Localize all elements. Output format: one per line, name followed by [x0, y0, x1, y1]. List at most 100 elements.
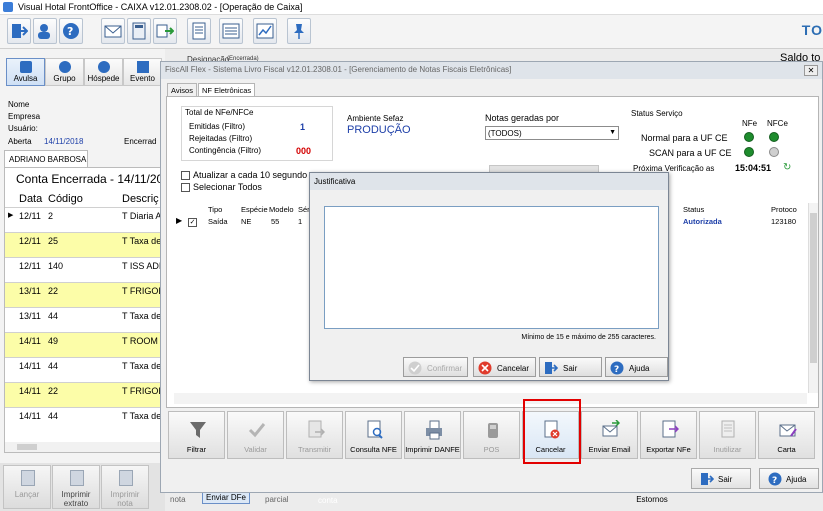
status-box: Status Serviço NFe NFCe Normal para a UF…	[626, 106, 806, 176]
cell-data: 12/11	[19, 211, 41, 221]
col-status: Status	[683, 205, 705, 214]
inutilizar-button[interactable]: Inutilizar	[699, 411, 756, 459]
table-row[interactable]: 14/11 44 T Taxa de	[5, 407, 160, 432]
row-especie: NE	[241, 217, 252, 226]
aberta-label: Aberta	[8, 137, 32, 146]
cell-descricao: T FRIGOB	[122, 286, 161, 296]
justificativa-textarea[interactable]	[324, 206, 659, 329]
lancar-button[interactable]: Lançar	[3, 465, 51, 509]
table-row[interactable]: 12/11 25 T Taxa de	[5, 232, 160, 257]
toolbar-brand-text: TO	[801, 22, 823, 38]
tab-nf-eletronicas[interactable]: NF Eletrônicas	[198, 83, 256, 96]
app-title-bar: Visual Hotal FrontOffice - CAIXA v12.01.…	[0, 0, 823, 15]
imprimir-danfe-button[interactable]: Imprimir DANFE	[404, 411, 461, 459]
row-status: Autorizada	[683, 217, 722, 226]
status-green-icon	[769, 132, 779, 142]
row-checkbox[interactable]: ✓	[188, 218, 197, 227]
help-icon: ?	[610, 361, 624, 375]
nome-label: Nome	[8, 100, 30, 109]
notas-select[interactable]: (TODOS) ▼	[485, 126, 619, 140]
group-icon	[58, 61, 71, 73]
document-search-icon	[367, 420, 383, 439]
carta-button[interactable]: Carta	[758, 411, 815, 459]
justificativa-cancelar-button[interactable]: Cancelar	[473, 357, 536, 377]
calculator-icon[interactable]	[127, 18, 151, 44]
col-especie: Espécie	[241, 205, 268, 214]
imprimir-extrato-button[interactable]: Imprimir extrato	[52, 465, 100, 509]
justificativa-dialog: Justificativa Mínimo de 15 e máximo de 2…	[309, 172, 669, 381]
selecionar-checkbox[interactable]	[181, 183, 190, 192]
guest-tab[interactable]: ADRIANO BARBOSA	[4, 150, 88, 168]
evento-button[interactable]: Evento	[123, 58, 162, 86]
justificativa-sair-button[interactable]: Sair	[539, 357, 602, 377]
table-row[interactable]: 14/11 49 T ROOM	[5, 332, 160, 357]
cell-codigo: 49	[48, 336, 59, 346]
table-row[interactable]: 13/11 22 T FRIGOB	[5, 282, 161, 307]
table-row[interactable]: 14/11 22 T FRIGOB	[5, 382, 160, 407]
table-row[interactable]: 12/11 140 T ISS ADI	[5, 257, 161, 282]
enviar-email-button[interactable]: Enviar Email	[581, 411, 638, 459]
table-row[interactable]: 13/11 44 T Taxa de	[5, 307, 161, 332]
check-icon	[248, 423, 266, 438]
close-button[interactable]: ✕	[804, 65, 818, 76]
atualizar-checkbox[interactable]	[181, 171, 190, 180]
nf-horizontal-scrollbar[interactable]	[174, 393, 807, 404]
estornos-label: Estornos	[636, 495, 668, 504]
mail-icon[interactable]	[101, 18, 125, 44]
exit-icon[interactable]	[7, 18, 31, 44]
document-void-icon	[721, 420, 735, 438]
avulsa-icon	[19, 61, 32, 73]
hospede-button[interactable]: Hóspede	[84, 58, 123, 86]
transfer-icon[interactable]	[153, 18, 177, 44]
email-icon	[602, 420, 620, 437]
pin-icon[interactable]	[287, 18, 311, 44]
justificativa-title: Justificativa	[310, 173, 668, 190]
cell-descricao: T Taxa de	[122, 361, 161, 371]
avulsa-button[interactable]: Avulsa	[6, 58, 45, 86]
vertical-scrollbar[interactable]	[808, 203, 818, 393]
refresh-icon[interactable]: ↻	[783, 162, 791, 173]
transmitir-button[interactable]: Transmitir	[286, 411, 343, 459]
document-icon[interactable]	[187, 18, 211, 44]
help-icon[interactable]: ?	[59, 18, 83, 44]
selecionar-label: Selecionar Todos	[193, 182, 262, 192]
atualizar-label: Atualizar a cada 10 segundo	[193, 170, 308, 180]
consulta-nfe-button[interactable]: Consulta NFE	[345, 411, 402, 459]
justificativa-ajuda-button[interactable]: ? Ajuda	[605, 357, 668, 377]
cancelar-highlight-box	[523, 399, 581, 464]
table-row[interactable]: 14/11 44 T Taxa de	[5, 357, 161, 382]
event-icon	[136, 61, 149, 73]
cell-data: 14/11	[19, 386, 41, 396]
filtrar-button[interactable]: Filtrar	[168, 411, 225, 459]
chart-icon[interactable]	[253, 18, 277, 44]
cancel-icon	[478, 361, 492, 375]
exportar-nfe-button[interactable]: Exportar NFe	[640, 411, 697, 459]
fiscall-sair-button[interactable]: Sair	[691, 468, 751, 489]
behind-nota-label: nota	[170, 495, 186, 504]
cell-codigo: 140	[48, 261, 64, 271]
table-row[interactable]: ▶ 12/11 2 T Diaria A	[5, 207, 160, 232]
status-green-icon	[744, 132, 754, 142]
printer-icon	[426, 420, 442, 440]
grupo-button[interactable]: Grupo	[45, 58, 84, 86]
user-lock-icon[interactable]	[33, 18, 57, 44]
validar-button[interactable]: Validar	[227, 411, 284, 459]
confirmar-button[interactable]: Confirmar	[403, 357, 468, 377]
app-icon	[3, 2, 13, 12]
normal-label: Normal para a UF CE	[641, 133, 728, 143]
cell-descricao: T Taxa de	[122, 311, 161, 321]
tab-avisos[interactable]: Avisos	[167, 83, 197, 96]
report-icon[interactable]	[219, 18, 243, 44]
aberta-date: 14/11/2018	[44, 137, 84, 146]
cell-data: 14/11	[19, 411, 41, 421]
horizontal-scrollbar[interactable]	[5, 442, 160, 452]
cell-descricao: T ISS ADI	[122, 261, 161, 271]
cell-data: 14/11	[19, 361, 41, 371]
fiscall-ajuda-button[interactable]: ? Ajuda	[759, 468, 819, 489]
col-descricao: Descriç	[122, 193, 159, 205]
col-codigo: Código	[48, 193, 83, 205]
totals-title: Total de NFe/NFCe	[185, 108, 254, 117]
pos-button[interactable]: POS	[463, 411, 520, 459]
chevron-down-icon: ▼	[609, 129, 616, 136]
imprimir-nota-button[interactable]: Imprimir nota	[101, 465, 149, 509]
